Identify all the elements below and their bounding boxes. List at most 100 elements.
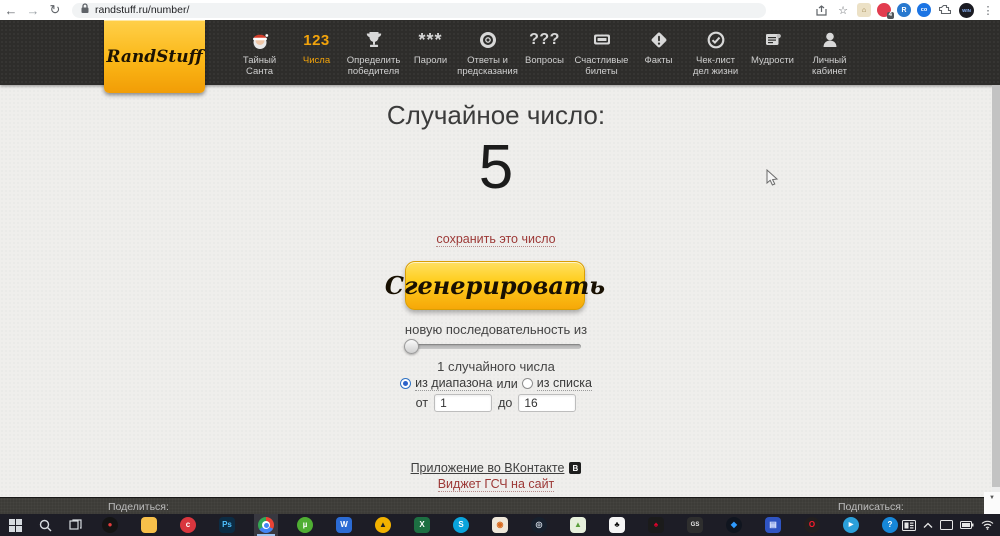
extensions-puzzle-icon[interactable] (937, 2, 953, 18)
nav-item-checklist[interactable]: Чек-лист дел жизни (687, 20, 744, 85)
from-range-label[interactable]: из диапазона (415, 376, 493, 391)
taskbar-app-skype[interactable]: S (449, 514, 473, 536)
taskbar-app-photoshop[interactable]: Ps (215, 514, 239, 536)
taskbar-app-excel[interactable]: X (410, 514, 434, 536)
bookmark-star-icon[interactable]: ☆ (835, 2, 851, 18)
range-from-input[interactable] (434, 394, 493, 412)
logo-text: RandStuff (106, 46, 203, 67)
nav-label: Личный кабинет (812, 55, 847, 78)
browser-reload-button[interactable]: ↻ (44, 1, 66, 19)
taskbar-app-steam[interactable]: ◎ (527, 514, 551, 536)
taskbar-app-photos[interactable]: ▲ (566, 514, 590, 536)
scrollbar-thumb[interactable] (992, 85, 1000, 487)
asterisks-icon: *** (418, 29, 443, 50)
extension-badge: 4 (886, 12, 894, 19)
extension-co-icon[interactable]: co (917, 3, 931, 17)
taskbar-app-poker-club[interactable]: ♣ (605, 514, 629, 536)
count-label: 1 случайного числа (437, 359, 555, 374)
vertical-scrollbar[interactable] (992, 85, 1000, 514)
person-icon (819, 27, 841, 53)
extension-red-icon[interactable]: 4 (877, 3, 894, 19)
taskbar-app-ccleaner[interactable]: c (176, 514, 200, 536)
tickets-icon (591, 27, 613, 53)
vk-app-link[interactable]: Приложение во ВКонтакте (411, 461, 565, 475)
widget-link[interactable]: Виджет ГСЧ на сайт (437, 477, 555, 492)
checklist-seal-icon (705, 27, 727, 53)
share-label: Поделиться: (108, 501, 169, 513)
news-widget-icon[interactable] (902, 519, 916, 531)
count-slider[interactable] (404, 339, 581, 354)
nav-label: Ответы и предсказания (457, 55, 518, 78)
scroll-icon (762, 27, 784, 53)
nav-label: Определить победителя (346, 55, 401, 78)
browser-back-button[interactable]: ← (0, 1, 22, 19)
nav-label: Вопросы (525, 55, 564, 66)
numbers-123-icon: 123 (303, 31, 330, 49)
task-view-icon[interactable] (60, 514, 90, 536)
taskbar-app-eye[interactable]: ◉ (488, 514, 512, 536)
search-icon[interactable] (30, 514, 60, 536)
tablet-icon[interactable] (940, 520, 953, 530)
range-to-input[interactable] (518, 394, 577, 412)
taskbar-app-utorrent[interactable]: µ (293, 514, 317, 536)
lock-icon (80, 1, 90, 19)
taskbar-app-avg[interactable]: ▲ (371, 514, 395, 536)
taskbar-app-gg[interactable]: GS (683, 514, 707, 536)
taskbar-app-telegram[interactable]: ▶ (839, 514, 863, 536)
trophy-icon (363, 27, 385, 53)
random-number-value: 5 (478, 133, 514, 202)
save-number-link[interactable]: сохранить это число (436, 232, 556, 247)
windows-taskbar: ● c Ps µ W ▲ X S ◉ ◎ ▲ ♣ ♠ GS ◆ ▤ O ▶ ? (0, 514, 1000, 536)
nav-item-facts[interactable]: Факты (630, 20, 687, 85)
chrome-icon (258, 517, 274, 533)
tray-chevron-icon[interactable] (923, 522, 933, 529)
start-button[interactable] (0, 514, 30, 536)
taskbar-app-word[interactable]: W (332, 514, 356, 536)
nav-menu: Тайный Санта 123 Числа Определить победи… (231, 20, 858, 85)
extension-blue-icon[interactable]: R (897, 3, 911, 17)
nav-label: Счастливые билеты (574, 55, 629, 78)
fact-diamond-icon (648, 27, 670, 53)
wifi-icon[interactable] (981, 520, 994, 530)
nav-item-lucky-tickets[interactable]: Счастливые билеты (573, 20, 630, 85)
nav-item-account[interactable]: Личный кабинет (801, 20, 858, 85)
browser-forward-button[interactable]: → (22, 1, 44, 19)
share-icon[interactable] (813, 2, 829, 18)
nav-item-wisdom[interactable]: Мудрости (744, 20, 801, 85)
nav-item-pick-winner[interactable]: Определить победителя (345, 20, 402, 85)
scrollbar-down-arrow[interactable]: ▼ (984, 492, 1000, 514)
taskbar-app-help[interactable]: ? (878, 514, 902, 536)
vk-icon[interactable]: B (569, 462, 582, 474)
battery-icon[interactable] (960, 521, 974, 529)
nav-label: Чек-лист дел жизни (692, 55, 739, 78)
radio-from-range[interactable] (400, 378, 412, 389)
from-list-label[interactable]: из списка (536, 376, 592, 391)
taskbar-app-file-explorer[interactable] (137, 514, 161, 536)
nav-item-secret-santa[interactable]: Тайный Санта (231, 20, 288, 85)
address-bar[interactable]: randstuff.ru/number/ (72, 1, 766, 19)
nav-label: Числа (302, 55, 331, 66)
taskbar-apps: ● c Ps µ W ▲ X S ◉ ◎ ▲ ♣ ♠ GS ◆ ▤ O ▶ ? (98, 514, 902, 536)
taskbar-app-kmp[interactable]: ▤ (761, 514, 785, 536)
taskbar-app-opera[interactable]: O (800, 514, 824, 536)
browser-menu-icon[interactable]: ⋮ (980, 2, 996, 18)
taskbar-app-screen-recorder[interactable]: ● (98, 514, 122, 536)
site-logo[interactable]: RandStuff (104, 20, 205, 93)
extension-house-icon[interactable]: ⌂ (857, 3, 871, 17)
radio-from-list[interactable] (521, 378, 533, 389)
profile-avatar[interactable]: WIN (959, 2, 974, 18)
nav-label: Факты (644, 55, 673, 66)
generate-button[interactable]: Сгенерировать (385, 261, 605, 310)
nav-item-passwords[interactable]: *** Пароли (402, 20, 459, 85)
subscribe-label: Подписаться: (838, 501, 904, 513)
url-text[interactable]: randstuff.ru/number/ (95, 4, 189, 16)
nav-item-answers[interactable]: Ответы и предсказания (457, 20, 518, 85)
slider-handle[interactable] (404, 339, 419, 354)
nav-item-questions[interactable]: ??? Вопросы (516, 20, 573, 85)
taskbar-app-chrome[interactable] (254, 514, 278, 536)
taskbar-app-pokerstars[interactable]: ♠ (644, 514, 668, 536)
nav-item-numbers[interactable]: 123 Числа (288, 20, 345, 85)
site-navigation: RandStuff Тайный Санта 123 Числа Определ… (0, 20, 1000, 93)
taskbar-app-dark-blue[interactable]: ◆ (722, 514, 746, 536)
nav-label: Тайный Санта (242, 55, 277, 78)
